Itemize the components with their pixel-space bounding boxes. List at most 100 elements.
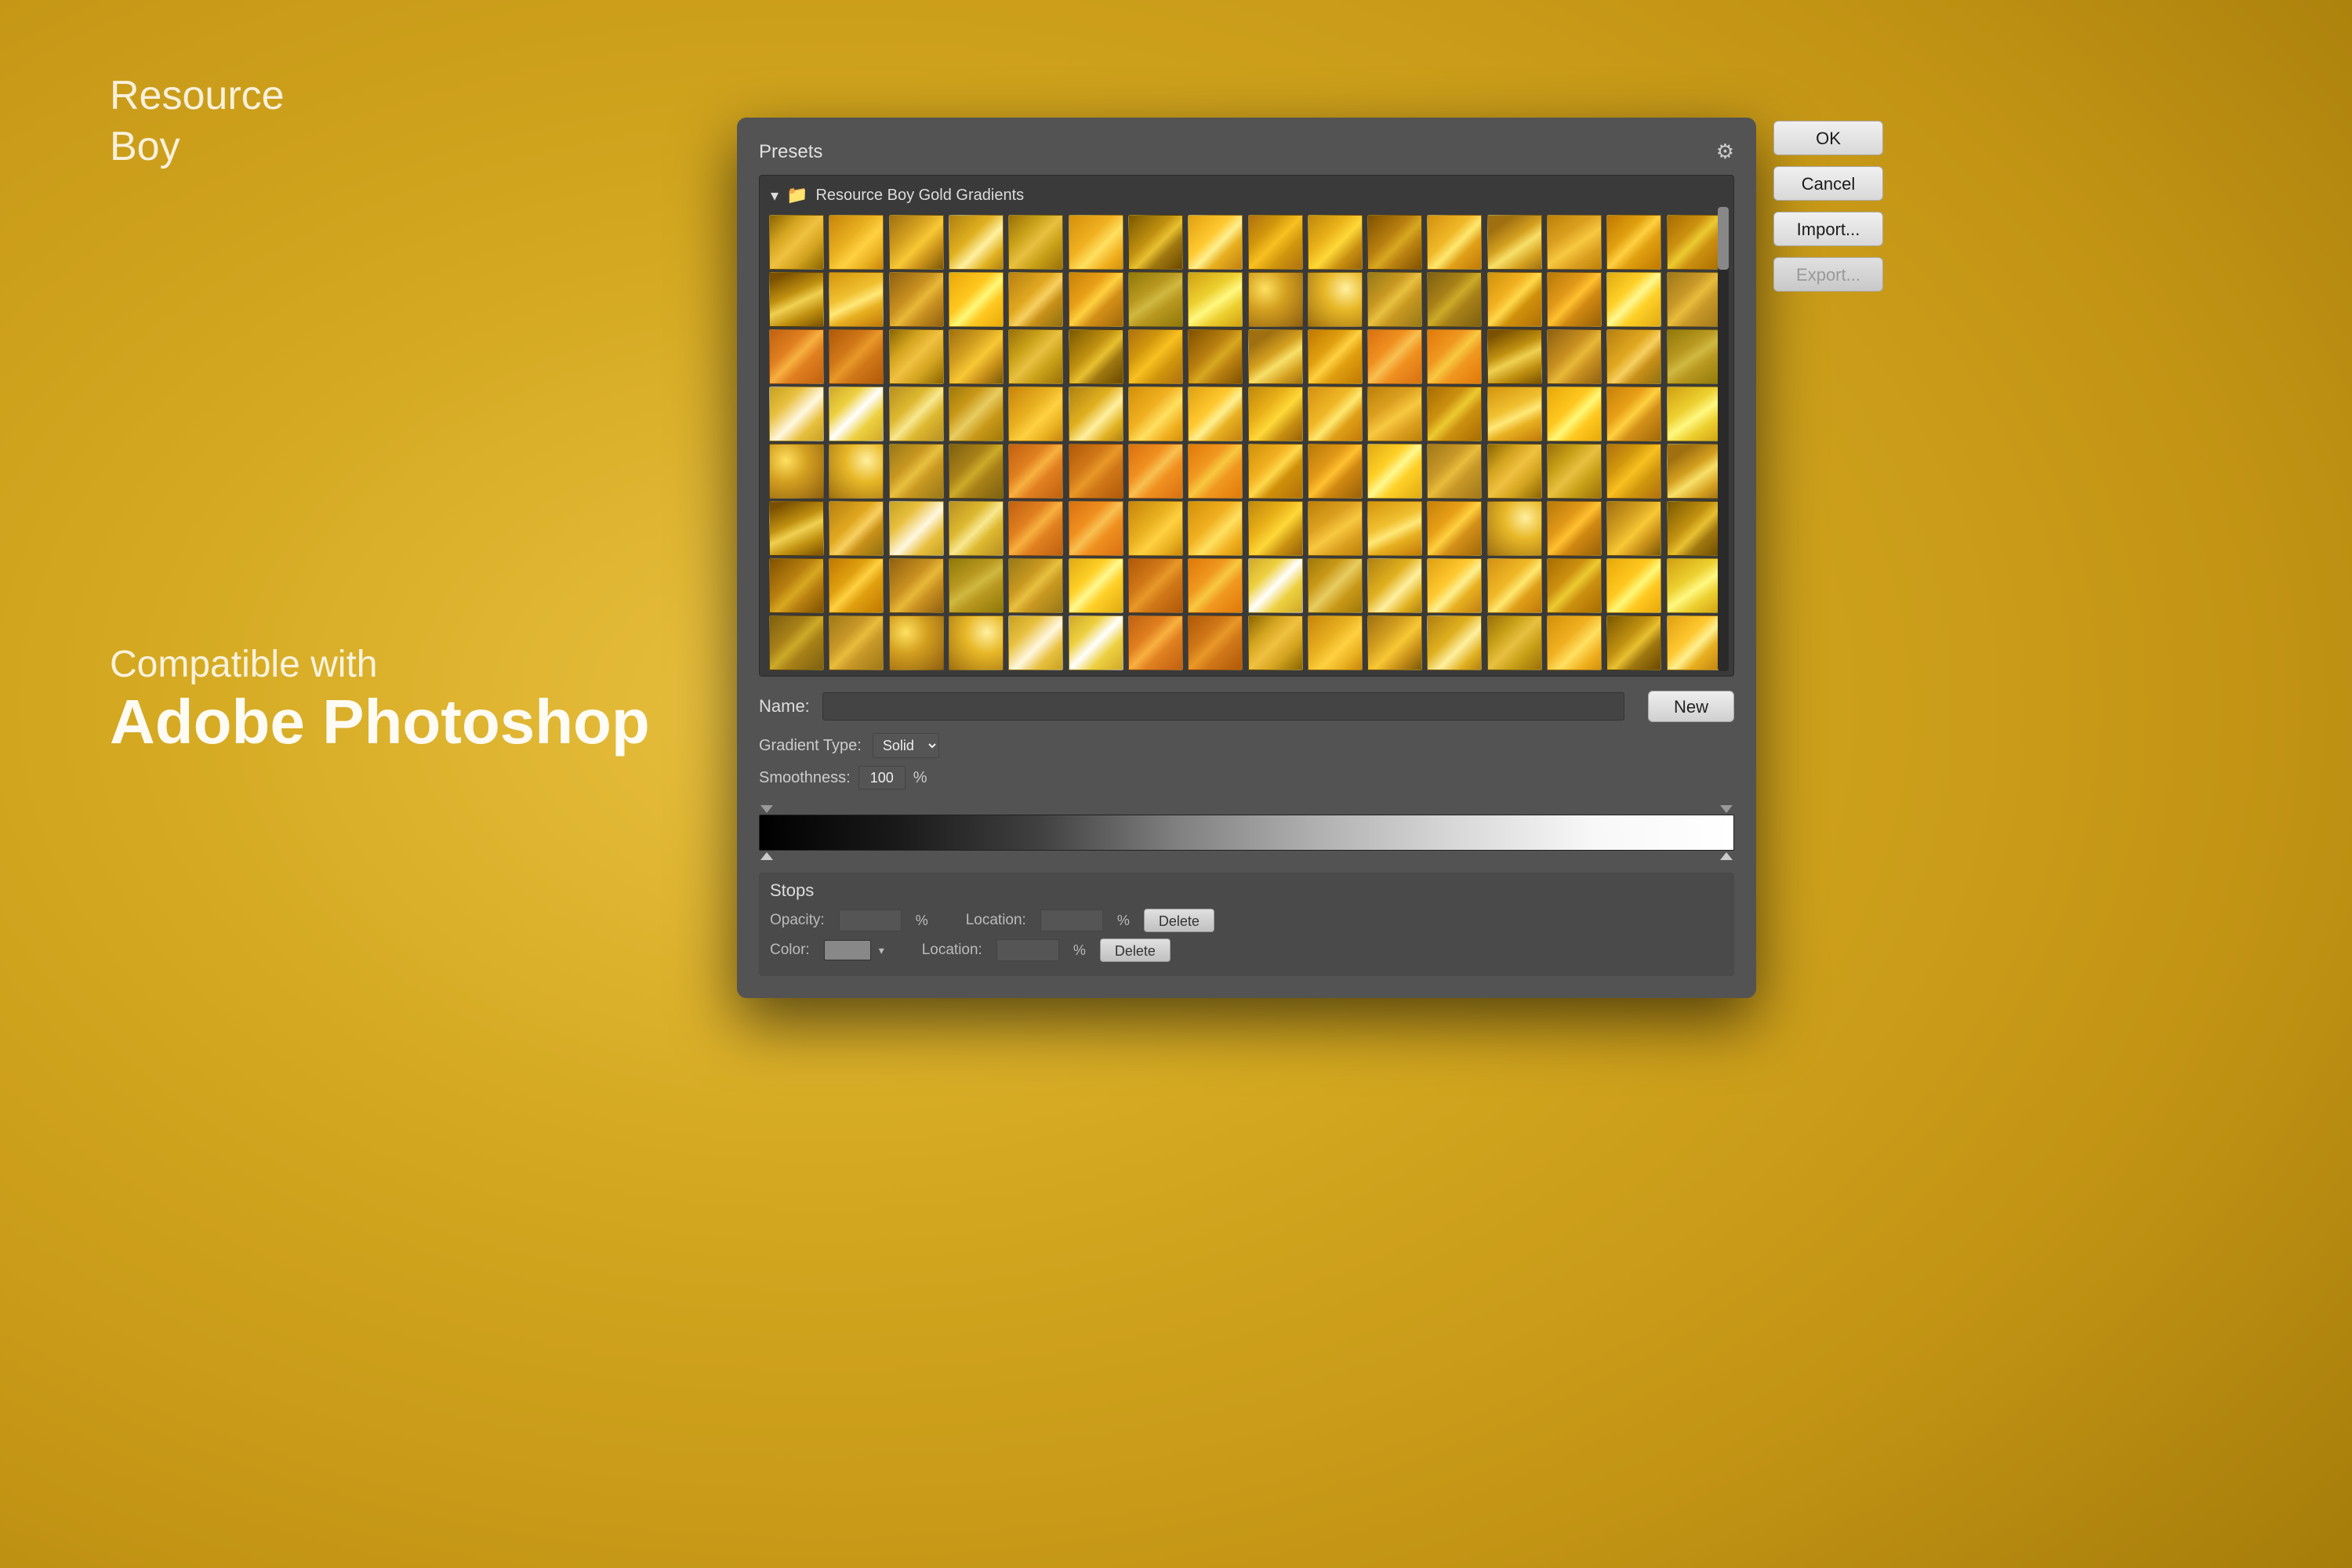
delete-button-2[interactable]: Delete	[1100, 938, 1171, 962]
gradient-cell[interactable]	[1008, 501, 1063, 556]
gradient-cell[interactable]	[769, 444, 824, 499]
gradient-cell[interactable]	[1606, 615, 1661, 670]
opacity-stop-input[interactable]	[839, 909, 902, 931]
gradient-cell[interactable]	[1427, 329, 1482, 384]
gradient-cell[interactable]	[1427, 615, 1482, 670]
export-button[interactable]: Export...	[1773, 257, 1883, 292]
gradient-cell[interactable]	[1427, 387, 1482, 441]
gradient-cell[interactable]	[1069, 444, 1123, 499]
ok-button[interactable]: OK	[1773, 121, 1883, 155]
gradient-cell[interactable]	[1248, 615, 1303, 670]
gradient-cell[interactable]	[1427, 272, 1482, 327]
gradient-cell[interactable]	[1308, 501, 1363, 556]
gradient-cell[interactable]	[829, 329, 884, 384]
color-dropdown-arrow[interactable]: ▾	[879, 944, 884, 957]
gradient-cell[interactable]	[1547, 329, 1602, 384]
gradient-cell[interactable]	[769, 387, 824, 441]
new-button[interactable]: New	[1648, 691, 1734, 722]
import-button[interactable]: Import...	[1773, 212, 1883, 246]
gradient-cell[interactable]	[1667, 558, 1722, 613]
gradient-cell[interactable]	[1667, 501, 1722, 556]
gradient-cell[interactable]	[1308, 272, 1363, 327]
gradient-cell[interactable]	[829, 501, 884, 556]
gradient-cell[interactable]	[1487, 387, 1542, 441]
gradient-cell[interactable]	[769, 501, 824, 556]
color-stop-right[interactable]	[1720, 852, 1733, 865]
scrollbar-thumb[interactable]	[1718, 207, 1729, 270]
gradient-cell[interactable]	[1128, 329, 1183, 384]
gradient-cell[interactable]	[889, 329, 944, 384]
gradient-cell[interactable]	[829, 272, 884, 327]
color-swatch[interactable]	[824, 940, 871, 960]
gradient-cell[interactable]	[1248, 558, 1303, 613]
gradient-cell[interactable]	[1308, 329, 1363, 384]
opacity-stop-left[interactable]	[760, 800, 773, 813]
gradient-cell[interactable]	[889, 215, 944, 270]
gradient-cell[interactable]	[1427, 444, 1482, 499]
gradient-cell[interactable]	[1487, 501, 1542, 556]
gradient-cell[interactable]	[1008, 615, 1063, 670]
gradient-cell[interactable]	[949, 329, 1004, 384]
gradient-cell[interactable]	[949, 615, 1004, 670]
gradient-cell[interactable]	[1069, 215, 1123, 270]
gradient-cell[interactable]	[949, 215, 1004, 270]
gradient-cell[interactable]	[1427, 558, 1482, 613]
delete-button-1[interactable]: Delete	[1144, 909, 1214, 932]
gradient-cell[interactable]	[1367, 329, 1422, 384]
gradient-cell[interactable]	[1248, 387, 1303, 441]
gradient-cell[interactable]	[1367, 558, 1422, 613]
gradient-cell[interactable]	[1128, 558, 1183, 613]
gradient-cell[interactable]	[829, 215, 884, 270]
gradient-cell[interactable]	[949, 444, 1004, 499]
gradient-cell[interactable]	[769, 615, 824, 670]
gradient-cell[interactable]	[1248, 329, 1303, 384]
gradient-cell[interactable]	[1128, 387, 1183, 441]
gradient-cell[interactable]	[1367, 615, 1422, 670]
gradient-cell[interactable]	[829, 558, 884, 613]
gradient-cell[interactable]	[1606, 387, 1661, 441]
gradient-cell[interactable]	[829, 444, 884, 499]
gradient-cell[interactable]	[1188, 615, 1243, 670]
gradient-cell[interactable]	[1188, 215, 1243, 270]
gradient-cell[interactable]	[1188, 387, 1243, 441]
cancel-button[interactable]: Cancel	[1773, 166, 1883, 201]
gradient-cell[interactable]	[1008, 387, 1063, 441]
gradient-cell[interactable]	[1606, 558, 1661, 613]
gradient-cell[interactable]	[769, 558, 824, 613]
gradient-cell[interactable]	[1667, 272, 1722, 327]
gradient-cell[interactable]	[1367, 215, 1422, 270]
gradient-cell[interactable]	[1427, 501, 1482, 556]
gradient-cell[interactable]	[1008, 215, 1063, 270]
gradient-cell[interactable]	[1069, 615, 1123, 670]
gradient-cell[interactable]	[1667, 215, 1722, 270]
location-input-2[interactable]	[996, 939, 1059, 961]
gradient-cell[interactable]	[1547, 558, 1602, 613]
gradient-cell[interactable]	[1606, 501, 1661, 556]
gradient-cell[interactable]	[889, 444, 944, 499]
gradient-cell[interactable]	[1008, 272, 1063, 327]
gear-button[interactable]: ⚙	[1716, 140, 1734, 164]
gradient-cell[interactable]	[1069, 272, 1123, 327]
gradient-cell[interactable]	[1547, 444, 1602, 499]
gradient-cell[interactable]	[1606, 215, 1661, 270]
gradient-cell[interactable]	[1069, 558, 1123, 613]
gradient-cell[interactable]	[1308, 387, 1363, 441]
gradient-cell[interactable]	[829, 387, 884, 441]
gradient-cell[interactable]	[1606, 329, 1661, 384]
gradient-cell[interactable]	[1667, 444, 1722, 499]
gradient-cell[interactable]	[1128, 272, 1183, 327]
gradient-cell[interactable]	[1667, 615, 1722, 670]
gradient-cell[interactable]	[1069, 329, 1123, 384]
gradient-cell[interactable]	[1188, 272, 1243, 327]
gradient-cell[interactable]	[1308, 444, 1363, 499]
gradient-cell[interactable]	[949, 272, 1004, 327]
gradient-cell[interactable]	[1487, 215, 1542, 270]
color-stop-left[interactable]	[760, 852, 773, 865]
gradient-cell[interactable]	[1487, 444, 1542, 499]
gradient-cell[interactable]	[1128, 615, 1183, 670]
name-input[interactable]	[822, 692, 1624, 720]
gradient-cell[interactable]	[1547, 387, 1602, 441]
gradient-cell[interactable]	[1188, 501, 1243, 556]
gradient-cell[interactable]	[1547, 615, 1602, 670]
gradient-cell[interactable]	[1248, 501, 1303, 556]
